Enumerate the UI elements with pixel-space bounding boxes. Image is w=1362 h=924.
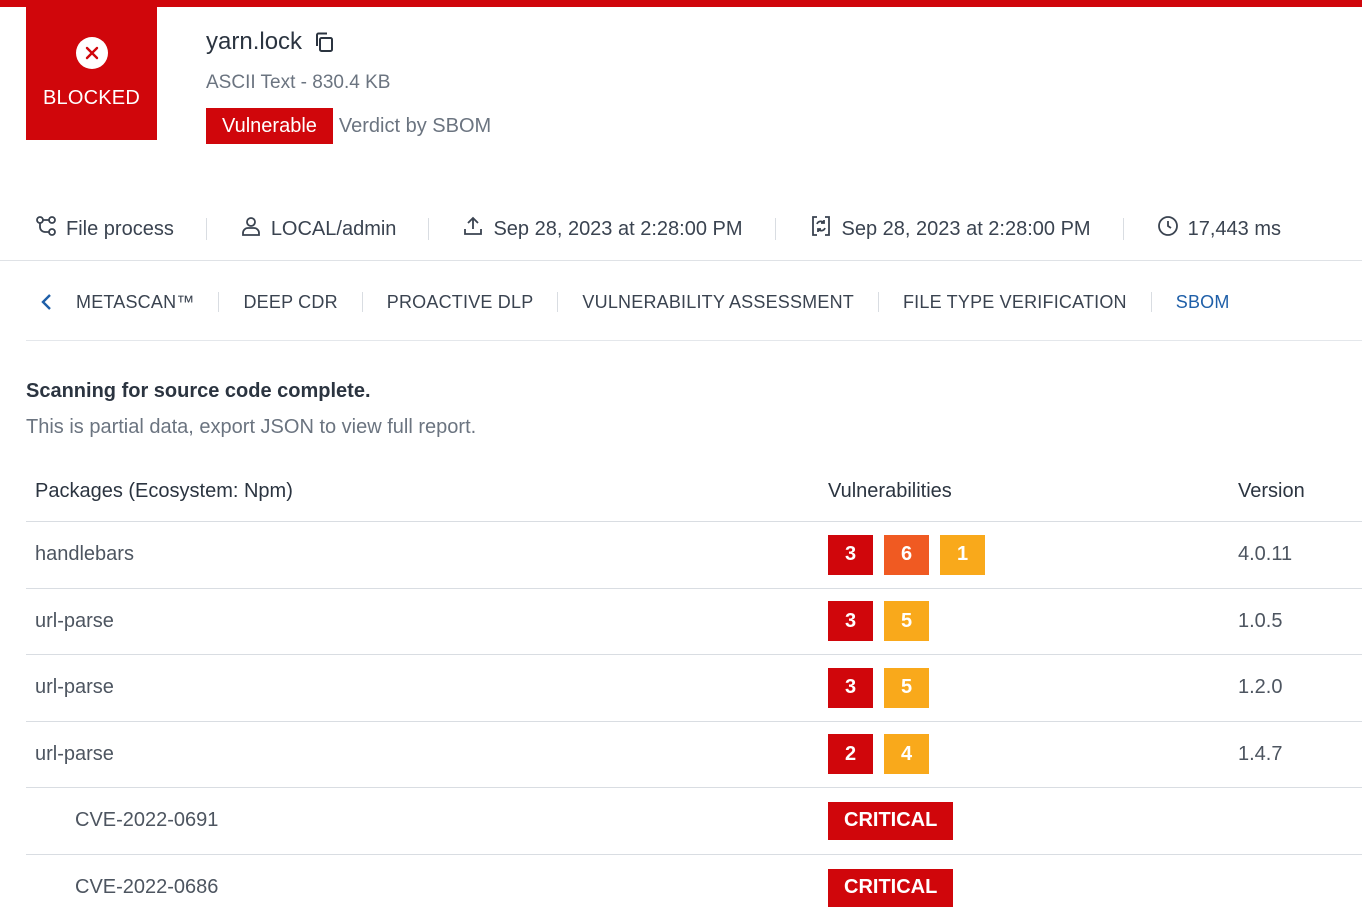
- column-header-packages: Packages (Ecosystem: Npm): [35, 480, 293, 502]
- tab-deep-cdr[interactable]: DEEP CDR: [243, 292, 337, 313]
- info-separator: [1122, 218, 1124, 240]
- medium-count-badge: 5: [884, 601, 929, 642]
- cve-severity-cell: CRITICAL: [828, 801, 1228, 840]
- user-label: LOCAL/admin: [270, 217, 397, 240]
- critical-count-badge: 2: [828, 734, 873, 775]
- info-separator: [774, 218, 776, 240]
- user-icon: [239, 214, 263, 244]
- tab-vulnerability-assessment[interactable]: VULNERABILITY ASSESSMENT: [582, 292, 854, 313]
- file-meta: ASCII Text - 830.4 KB: [206, 72, 391, 93]
- divider: [0, 260, 1362, 261]
- scan-status-subtitle: This is partial data, export JSON to vie…: [26, 416, 477, 438]
- table-row[interactable]: url-parse 3 5 1.2.0: [26, 655, 1362, 722]
- package-version: 1.4.7: [1238, 742, 1283, 765]
- package-name: url-parse: [35, 609, 114, 632]
- tab-separator: [557, 292, 559, 312]
- package-version: 1.0.5: [1238, 609, 1283, 632]
- info-separator: [205, 218, 207, 240]
- verdict-badge: Vulnerable: [206, 108, 333, 144]
- chevron-left-icon[interactable]: [40, 293, 60, 311]
- table-row[interactable]: handlebars 3 6 1 4.0.11: [26, 522, 1362, 589]
- package-name: handlebars: [35, 543, 134, 566]
- column-header-vulnerabilities: Vulnerabilities: [828, 480, 952, 502]
- tab-separator: [218, 292, 220, 312]
- packages-table: Packages (Ecosystem: Npm) Vulnerabilitie…: [26, 462, 1362, 921]
- severity-badge: CRITICAL: [828, 801, 954, 840]
- file-name: yarn.lock: [206, 28, 303, 55]
- blocked-label: BLOCKED: [43, 87, 140, 109]
- table-row[interactable]: url-parse 2 4 1.4.7: [26, 722, 1362, 788]
- file-info-row: File process LOCAL/admin Sep 28, 2023 at…: [34, 210, 1281, 248]
- column-header-version: Version: [1238, 480, 1305, 502]
- x-circle-icon: [75, 37, 108, 69]
- medium-count-badge: 5: [884, 667, 929, 708]
- upload-time: Sep 28, 2023 at 2:28:00 PM: [461, 214, 743, 244]
- package-version: 4.0.11: [1238, 543, 1293, 566]
- medium-count-badge: 1: [940, 534, 985, 575]
- blocked-status-box: BLOCKED: [26, 7, 157, 140]
- scan-status-title: Scanning for source code complete.: [26, 380, 371, 402]
- critical-count-badge: 3: [828, 667, 873, 708]
- tab-file-type-verification[interactable]: FILE TYPE VERIFICATION: [903, 292, 1127, 313]
- table-row[interactable]: url-parse 3 5 1.0.5: [26, 589, 1362, 655]
- file-process-label: File process: [66, 217, 174, 240]
- medium-count-badge: 4: [884, 734, 929, 775]
- package-version: 1.2.0: [1238, 676, 1283, 699]
- clock-icon: [1156, 214, 1180, 244]
- tab-separator: [877, 292, 879, 312]
- file-process-link[interactable]: File process: [34, 214, 174, 244]
- vulnerability-counts: 3 5: [828, 601, 1228, 642]
- processed-time: Sep 28, 2023 at 2:28:00 PM: [808, 213, 1091, 245]
- package-name: url-parse: [35, 742, 114, 765]
- cve-id: CVE-2022-0691: [75, 809, 219, 832]
- high-count-badge: 6: [884, 534, 929, 575]
- table-header: Packages (Ecosystem: Npm) Vulnerabilitie…: [26, 462, 1362, 522]
- vulnerability-counts: 3 5: [828, 667, 1228, 708]
- top-status-bar: [0, 0, 1362, 7]
- cve-row[interactable]: CVE-2022-0686 CRITICAL: [26, 855, 1362, 922]
- refresh-icon: [808, 213, 834, 245]
- workflow-icon: [34, 214, 58, 244]
- critical-count-badge: 3: [828, 601, 873, 642]
- package-name: url-parse: [35, 676, 114, 699]
- upload-time-label: Sep 28, 2023 at 2:28:00 PM: [493, 217, 743, 240]
- user-info: LOCAL/admin: [239, 214, 397, 244]
- cve-row[interactable]: CVE-2022-0691 CRITICAL: [26, 788, 1362, 855]
- tab-separator: [361, 292, 363, 312]
- duration-info: 17,443 ms: [1156, 214, 1281, 244]
- vulnerability-counts: 2 4: [828, 734, 1228, 775]
- engine-tabs: METASCAN™ DEEP CDR PROACTIVE DLP VULNERA…: [40, 282, 1230, 322]
- verdict-source: Verdict by SBOM: [338, 114, 492, 137]
- tab-sbom[interactable]: SBOM: [1176, 292, 1230, 313]
- copy-icon[interactable]: [312, 30, 336, 54]
- tab-metascan[interactable]: METASCAN™: [76, 292, 194, 313]
- processed-time-label: Sep 28, 2023 at 2:28:00 PM: [841, 217, 1091, 240]
- file-title: yarn.lock: [206, 28, 336, 56]
- tab-separator: [1150, 292, 1152, 312]
- vulnerability-counts: 3 6 1: [828, 534, 1228, 575]
- divider: [26, 340, 1362, 341]
- duration-label: 17,443 ms: [1187, 217, 1281, 240]
- tab-proactive-dlp[interactable]: PROACTIVE DLP: [387, 292, 534, 313]
- severity-badge: CRITICAL: [828, 868, 954, 907]
- verdict-row: Vulnerable Verdict by SBOM: [206, 108, 491, 144]
- critical-count-badge: 3: [828, 534, 873, 575]
- upload-icon: [461, 214, 485, 244]
- cve-severity-cell: CRITICAL: [828, 868, 1228, 907]
- info-separator: [428, 218, 430, 240]
- cve-id: CVE-2022-0686: [75, 876, 219, 899]
